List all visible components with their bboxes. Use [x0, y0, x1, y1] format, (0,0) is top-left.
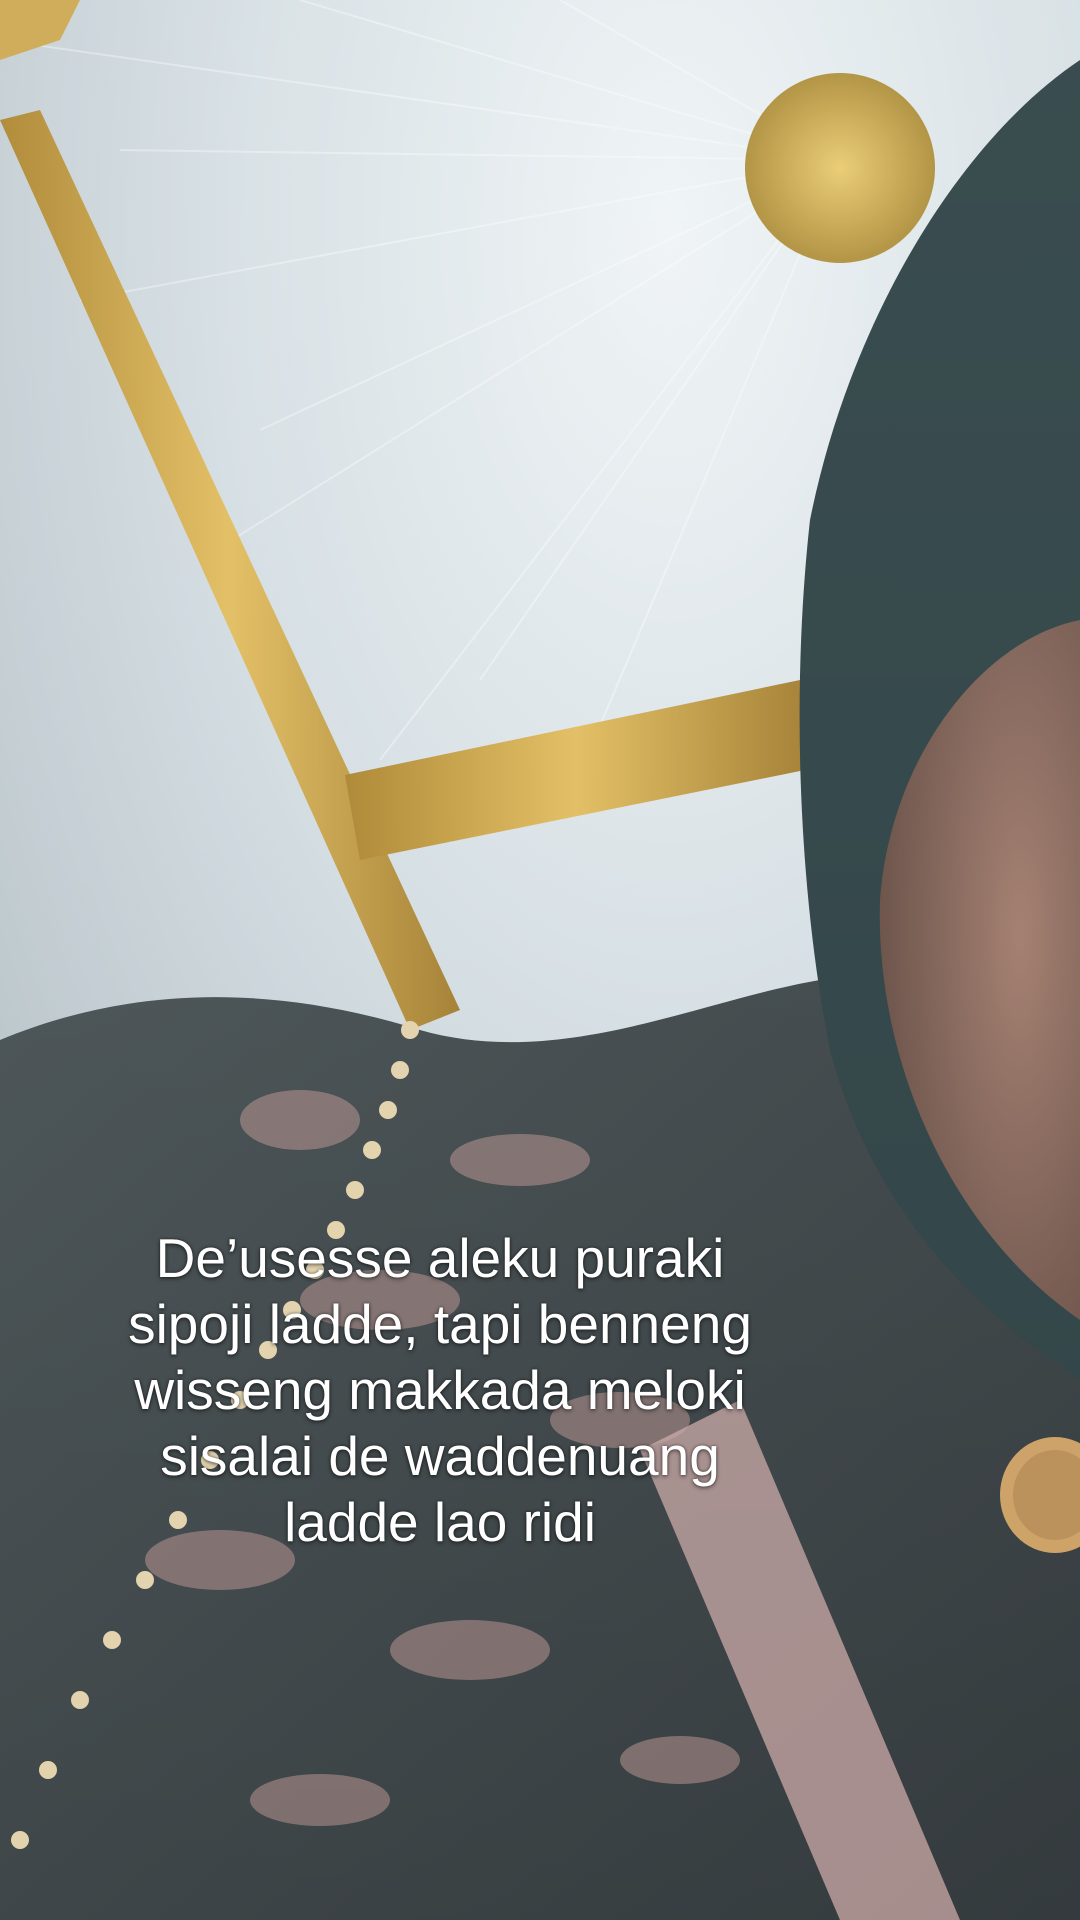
caption-line-3: wisseng makkada meloki — [134, 1359, 746, 1421]
caption-line-2: sipoji ladde, tapi benneng — [128, 1293, 752, 1355]
story-frame: De’usesse aleku puraki sipoji ladde, tap… — [0, 0, 1080, 1920]
photo-background — [0, 0, 1080, 1920]
caption-line-5: ladde lao ridi — [284, 1491, 596, 1553]
caption-line-4: sisalai de waddenuang — [160, 1425, 720, 1487]
story-caption: De’usesse aleku puraki sipoji ladde, tap… — [0, 1225, 880, 1555]
caption-line-1: De’usesse aleku puraki — [155, 1227, 725, 1289]
